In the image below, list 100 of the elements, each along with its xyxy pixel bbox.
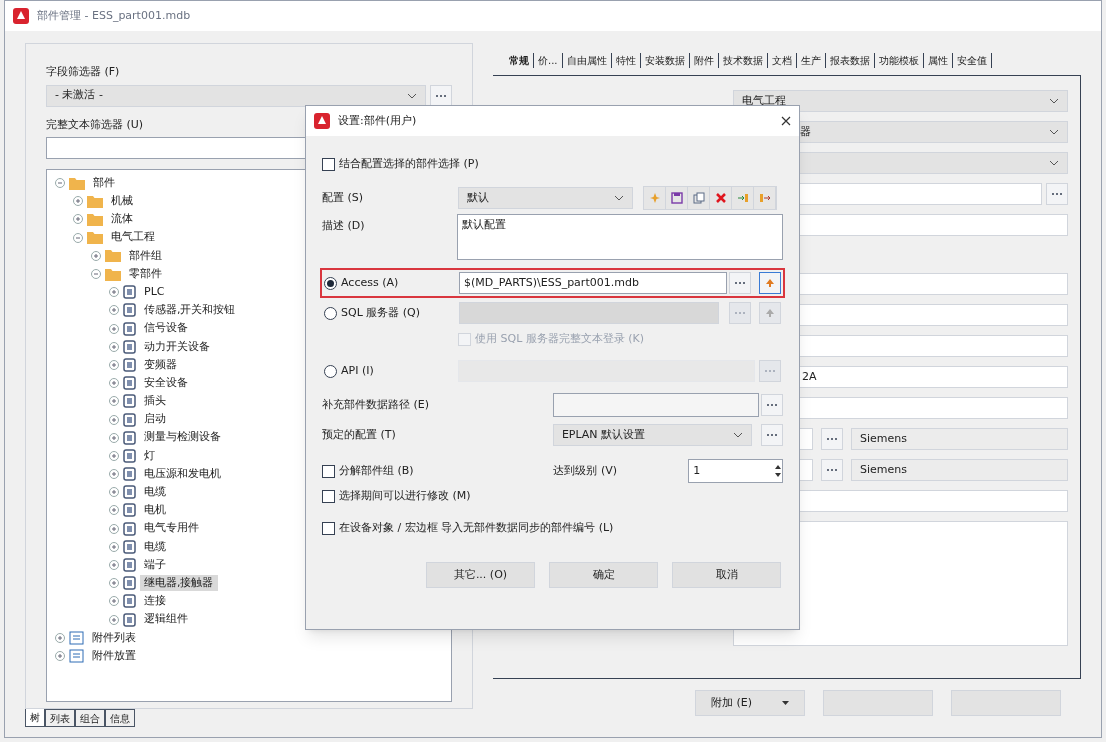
expand-icon[interactable] [109,378,119,389]
expand-icon[interactable] [109,341,119,352]
input-field[interactable]: Siemens [851,428,1068,450]
expand-icon[interactable] [109,596,119,607]
tab[interactable]: 特性 [611,53,641,68]
tree-item[interactable]: 电气专用件 [140,520,203,537]
tab[interactable]: 组合 [75,709,105,727]
collapse-icon[interactable] [73,232,83,243]
dropdown[interactable]: 默认 [458,187,633,209]
tab[interactable]: 列表 [45,709,75,727]
tree-item[interactable]: 电气工程 [107,229,159,246]
expand-icon[interactable] [109,396,119,407]
import-button[interactable] [759,272,781,294]
tree-item[interactable]: 继电器,接触器 [140,574,218,592]
copy-icon[interactable] [688,187,710,209]
tree-item[interactable]: 部件 [89,174,119,192]
tree-item[interactable]: PLC [140,283,169,301]
dropdown[interactable]: EPLAN 默认设置 [552,424,752,446]
expand-icon[interactable] [91,250,101,261]
button[interactable]: 其它... (O) [426,562,535,588]
import-icon[interactable] [732,187,754,209]
tab[interactable]: 附件 [689,53,719,68]
checkbox[interactable] [322,464,335,478]
tab[interactable]: 安装数据 [640,53,690,68]
close-icon[interactable] [781,116,791,126]
expand-icon[interactable] [109,578,119,589]
button[interactable]: 取消 [672,562,781,588]
expand-icon[interactable] [109,487,119,498]
tab[interactable]: 价... [534,53,563,68]
export-icon[interactable] [754,187,776,209]
expand-icon[interactable] [109,560,119,571]
tree-item[interactable]: 附件列表 [88,629,140,647]
tree-item[interactable]: 部件组 [125,247,166,265]
tree-item[interactable]: 测量与检测设备 [140,429,225,446]
expand-icon[interactable] [73,196,83,207]
collapse-icon[interactable] [91,269,101,280]
tab[interactable]: 安全值 [952,53,992,68]
expand-icon[interactable] [109,287,119,298]
radio-button[interactable] [324,306,337,320]
button[interactable]: 确定 [549,562,658,588]
tree-item[interactable]: 电缆 [140,538,170,556]
input-field[interactable] [552,393,759,417]
checkbox[interactable] [322,157,335,171]
tab[interactable]: 生产 [796,53,826,68]
input-field[interactable]: Siemens [851,459,1068,481]
tab[interactable]: 常规 [505,53,534,68]
input-field[interactable] [46,137,306,159]
tree-item[interactable]: 启动 [140,411,170,428]
tree-item[interactable]: 逻辑组件 [140,611,192,628]
browse-button[interactable] [761,424,783,446]
expand-icon[interactable] [109,432,119,443]
text-area[interactable]: 默认配置 [457,214,783,260]
tree-item[interactable]: 安全设备 [140,374,192,392]
expand-icon[interactable] [55,650,65,661]
tree-item[interactable]: 灯 [140,447,159,465]
tree-item[interactable]: 电压源和发电机 [140,465,225,483]
radio-button[interactable] [324,364,337,378]
tab[interactable]: 属性 [923,53,953,68]
tab[interactable]: 自由属性 [562,53,612,68]
browse-button[interactable] [729,272,751,294]
expand-icon[interactable] [55,632,65,643]
expand-icon[interactable] [109,359,119,370]
browse-button[interactable] [761,394,783,416]
expand-icon[interactable] [109,414,119,425]
tab[interactable]: 功能模板 [874,53,924,68]
tab[interactable]: 报表数据 [825,53,875,68]
dropdown[interactable]: - 未激活 - [46,84,426,107]
expand-icon[interactable] [109,505,119,516]
tree-item[interactable]: 信号设备 [140,320,192,337]
tree-item[interactable]: 电机 [140,502,170,519]
tree-item[interactable]: 连接 [140,593,170,610]
tree-item[interactable]: 零部件 [125,265,166,283]
number-field[interactable]: 1 [688,459,783,483]
dropdown-button[interactable]: 附加 (E) [695,690,805,716]
tree-item[interactable]: 动力开关设备 [140,338,214,356]
browse-button[interactable] [821,459,843,481]
tree-item[interactable]: 机械 [107,193,137,210]
tab[interactable]: 技术数据 [718,53,768,68]
expand-icon[interactable] [109,305,119,316]
dropdown[interactable]: 电气工程 [733,90,1068,112]
delete-icon[interactable] [710,187,732,209]
tree-item[interactable]: 传感器,开关和按钮 [140,302,240,319]
expand-icon[interactable] [109,523,119,534]
tab[interactable]: 文档 [767,53,797,68]
expand-icon[interactable] [109,541,119,552]
tree-item[interactable]: 流体 [107,211,137,228]
expand-icon[interactable] [109,450,119,461]
tree-item[interactable]: 变频器 [140,356,181,374]
checkbox[interactable] [322,489,335,503]
browse-button[interactable] [821,428,843,450]
radio-button[interactable] [324,276,337,290]
tree-item[interactable]: 端子 [140,556,170,574]
expand-icon[interactable] [73,214,83,225]
expand-icon[interactable] [109,614,119,625]
tab[interactable]: 树 [25,709,45,727]
expand-icon[interactable] [109,469,119,480]
save-icon[interactable] [666,187,688,209]
tree-item[interactable]: 电缆 [140,484,170,501]
expand-icon[interactable] [109,323,119,334]
tree-item[interactable]: 附件放置 [88,647,140,665]
